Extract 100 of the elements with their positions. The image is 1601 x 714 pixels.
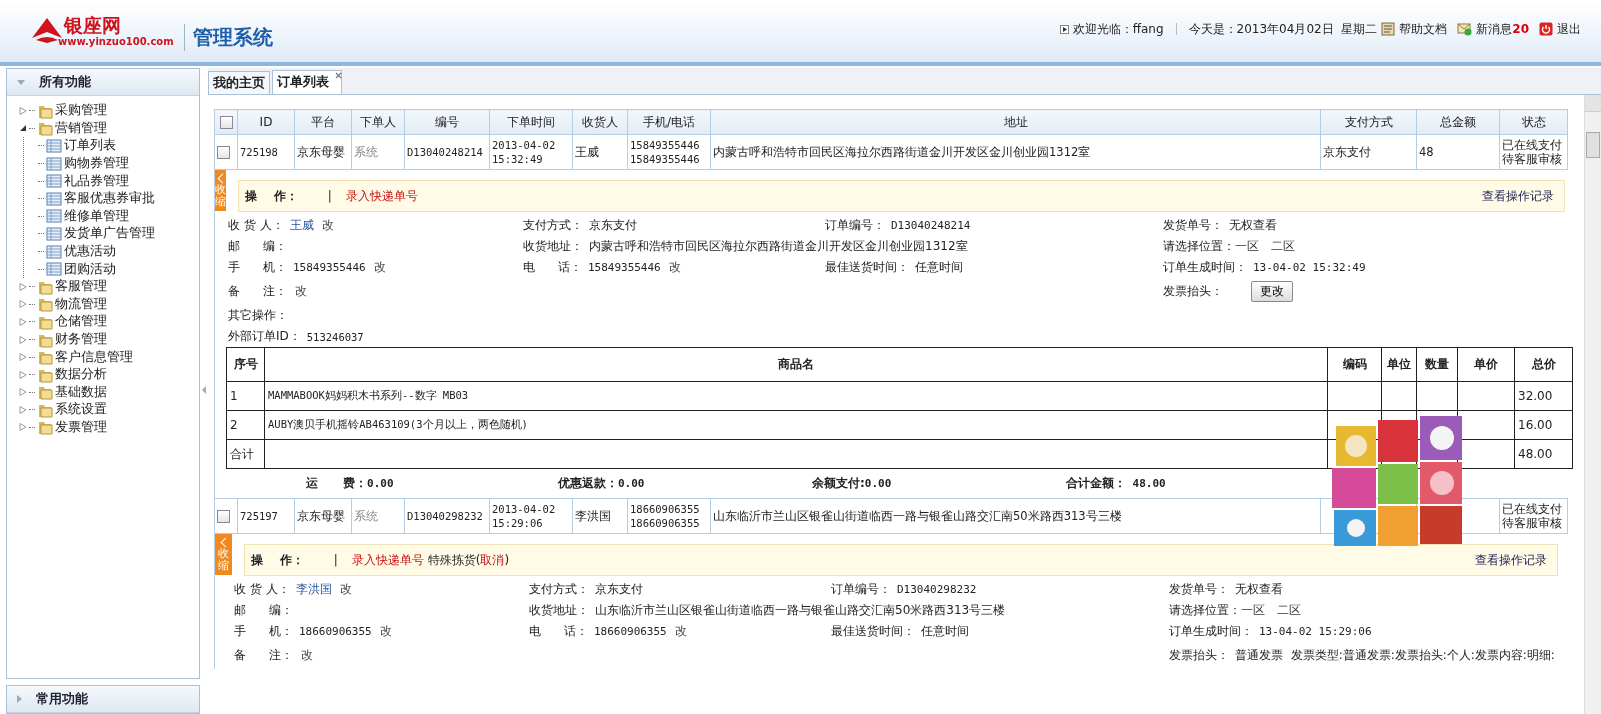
edit-link[interactable]: 改 xyxy=(294,283,307,300)
column-header: 总价 xyxy=(1514,347,1573,382)
table-icon xyxy=(46,209,62,224)
cancel-link[interactable]: 取消 xyxy=(480,552,505,567)
tree-item[interactable]: 物流管理 xyxy=(55,295,107,313)
messages-link[interactable]: 新消息20 xyxy=(1476,20,1529,38)
edit-link[interactable]: 改 xyxy=(674,623,687,640)
logo-url: www.yinzuo100.com xyxy=(58,36,174,48)
document-icon xyxy=(1381,22,1396,36)
tree-item[interactable]: 客服优惠券审批 xyxy=(64,190,155,208)
field-label: 备 注： xyxy=(228,283,287,300)
enter-tracking-link[interactable]: 录入快递单号 xyxy=(351,551,424,569)
summary-label: 余额支付: xyxy=(812,476,865,490)
field-value: 王威 xyxy=(289,217,314,234)
tree-item[interactable]: 仓储管理 xyxy=(55,313,107,331)
summary-value: 48.00 xyxy=(1131,477,1166,490)
checkbox[interactable] xyxy=(217,510,230,523)
enter-tracking-link[interactable]: 录入快递单号 xyxy=(345,187,418,205)
welcome-text: 欢迎光临：ffang xyxy=(1072,20,1164,38)
logo-name: 银座网 xyxy=(64,14,122,36)
column-header: 支付方式 xyxy=(1320,109,1417,135)
table-cell: 2013-04-02 15:32:49 xyxy=(492,139,556,165)
edit-link[interactable]: 改 xyxy=(300,647,313,664)
column-header: 收货人 xyxy=(572,109,628,135)
tree-item[interactable]: 客户信息管理 xyxy=(55,348,133,366)
field-label: 请选择位置： xyxy=(1163,238,1235,255)
checkbox[interactable] xyxy=(219,116,233,129)
edit-link[interactable]: 改 xyxy=(373,259,386,276)
table-cell: 1 xyxy=(230,389,238,403)
column-header: 编码 xyxy=(1327,347,1382,382)
panel-header[interactable]: 常用功能 xyxy=(7,686,199,713)
field-value: 无权查看 xyxy=(1235,581,1283,598)
field-value: 任意时间 xyxy=(915,259,963,276)
edit-link[interactable]: 改 xyxy=(668,259,681,276)
table-cell: 48.00 xyxy=(1518,447,1553,461)
field-label: 备 注： xyxy=(234,647,293,664)
field-value: 15849355446 xyxy=(587,261,661,274)
tab[interactable]: 订单列表 xyxy=(272,70,342,94)
summary-label: 优惠返款： xyxy=(558,476,618,490)
tree-item[interactable]: 订单列表 xyxy=(64,137,116,155)
zone-link[interactable]: 一区 xyxy=(1235,238,1259,255)
tree-item[interactable]: 财务管理 xyxy=(55,331,107,348)
table-cell: 系统 xyxy=(354,145,378,159)
column-header: 商品名 xyxy=(264,347,1328,382)
operation-log-link[interactable]: 查看操作记录 xyxy=(1482,187,1554,205)
tree-item[interactable]: 基础数据 xyxy=(55,383,107,401)
column-header: 手机/电话 xyxy=(627,109,711,135)
table-cell: 京东母婴 xyxy=(297,145,345,159)
edit-link[interactable]: 改 xyxy=(379,623,392,640)
field-value: 任意时间 xyxy=(921,623,969,640)
collapse-handle-icon[interactable] xyxy=(202,386,206,394)
tree-item[interactable]: 发票管理 xyxy=(55,419,107,436)
play-icon xyxy=(1059,24,1069,34)
scrollbar[interactable] xyxy=(1584,95,1601,714)
zone-link[interactable]: 二区 xyxy=(1277,602,1301,619)
tree-item[interactable]: 优惠活动 xyxy=(64,243,116,261)
tree-item[interactable]: 采购管理 xyxy=(55,102,107,120)
panel-title: 所有功能 xyxy=(39,73,91,91)
operation-log-link[interactable]: 查看操作记录 xyxy=(1474,551,1547,569)
table-icon xyxy=(46,244,62,259)
tree-item[interactable]: 团购活动 xyxy=(64,260,116,278)
logout-link[interactable]: 退出 xyxy=(1557,20,1581,38)
summary-value: 0.00 xyxy=(864,477,892,490)
tree-item[interactable]: 购物券管理 xyxy=(64,155,129,173)
checkbox[interactable] xyxy=(217,146,230,159)
column-header: 下单时间 xyxy=(489,109,573,135)
table-cell: 16.00 xyxy=(1518,418,1553,432)
edit-link[interactable]: 改 xyxy=(321,217,334,234)
tree-item[interactable]: 数据分析 xyxy=(55,366,107,384)
tree-item[interactable]: 发货单广告管理 xyxy=(64,225,155,243)
help-link[interactable]: 帮助文档 xyxy=(1399,20,1448,38)
field-label: 最佳送货时间： xyxy=(825,259,909,276)
field-label: 订单编号： xyxy=(831,581,891,598)
tree-item[interactable]: 维修单管理 xyxy=(64,207,129,225)
table-cell: 王威 xyxy=(575,145,599,159)
field-value: 无权查看 xyxy=(1229,217,1277,234)
field-label: 支付方式： xyxy=(529,581,589,598)
tab[interactable]: 我的主页 xyxy=(208,71,270,94)
table-cell: 已在线支付 待客服审核 xyxy=(1502,138,1562,166)
special-pick-note: 特殊拣货(取消) xyxy=(427,551,510,569)
table-cell: 725198 xyxy=(240,146,278,158)
field-value: 内蒙古呼和浩特市回民区海拉尔西路街道金川开发区金川创业园1312室 xyxy=(589,238,968,255)
field-value: D13040298232 xyxy=(897,583,977,596)
tree-item[interactable]: 系统设置 xyxy=(55,401,107,419)
change-button[interactable]: 更改 xyxy=(1251,281,1293,302)
tree-item[interactable]: 客服管理 xyxy=(55,278,107,296)
table-cell: D13040298232 xyxy=(407,510,483,522)
table-cell: 725197 xyxy=(240,510,278,522)
field-value: 13-04-02 15:32:49 xyxy=(1253,261,1366,274)
tree-item[interactable]: 礼品券管理 xyxy=(64,172,129,190)
field-value: 普通发票 发票类型:普通发票:发票抬头:个人:发票内容:明细: xyxy=(1235,647,1555,664)
tree-item[interactable]: 营销管理 xyxy=(55,119,107,137)
panel-header[interactable]: 所有功能 xyxy=(7,69,199,96)
zone-link[interactable]: 二区 xyxy=(1271,238,1295,255)
field-label: 收货地址： xyxy=(529,602,589,619)
summary-value: 0.00 xyxy=(367,477,394,490)
table-icon xyxy=(46,191,62,206)
edit-link[interactable]: 改 xyxy=(339,581,352,598)
zone-link[interactable]: 一区 xyxy=(1241,602,1265,619)
folder-icon xyxy=(37,349,53,366)
